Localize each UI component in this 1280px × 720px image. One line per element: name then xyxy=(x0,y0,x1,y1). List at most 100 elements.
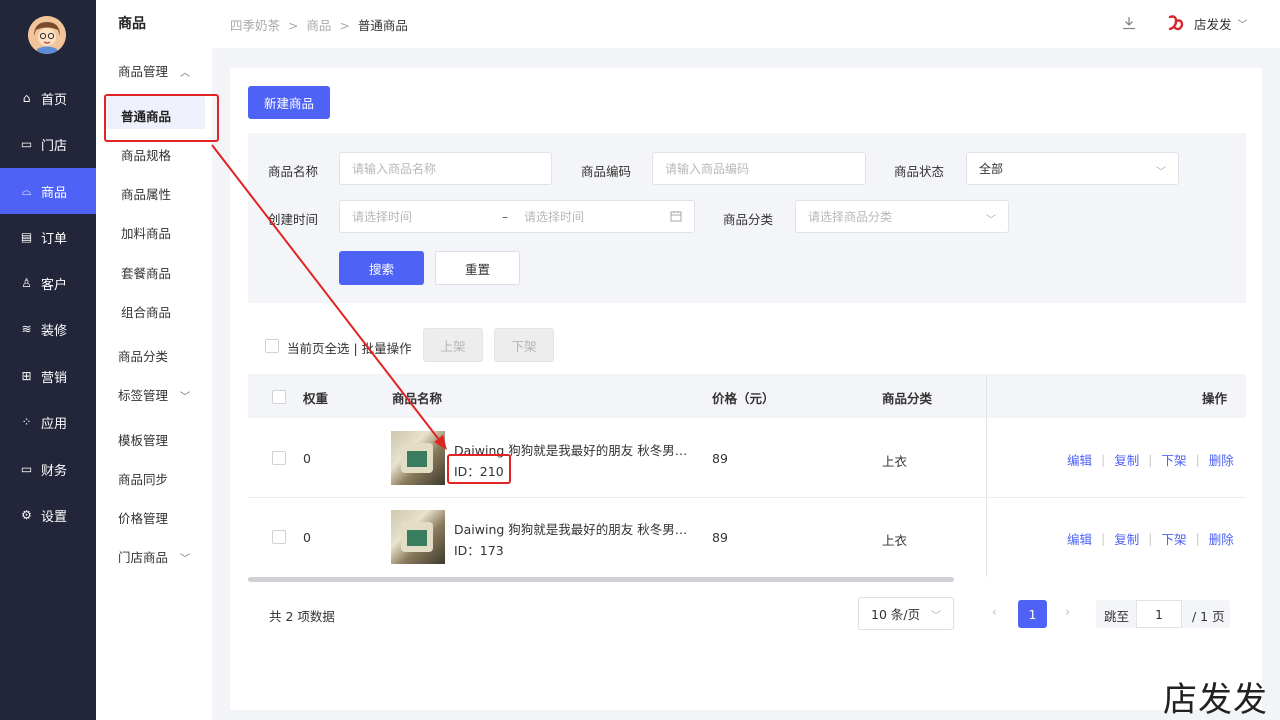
subnav-item-specs[interactable]: 商品规格 xyxy=(121,145,171,164)
next-page-icon[interactable]: › xyxy=(1065,605,1070,619)
divider: | xyxy=(1101,531,1106,546)
page-number-current[interactable]: 1 xyxy=(1018,600,1047,628)
row-category: 上衣 xyxy=(882,533,908,548)
chevron-down-icon: ﹀ xyxy=(1237,19,1248,31)
breadcrumb-separator: > xyxy=(284,18,303,33)
subnav-item-addons[interactable]: 加料商品 xyxy=(121,223,171,242)
column-weight: 权重 xyxy=(303,391,329,406)
subnav-item-category[interactable]: 商品分类 xyxy=(118,346,168,365)
fixed-column-divider xyxy=(986,374,987,577)
nav-label: 首页 xyxy=(41,92,68,108)
divider: | xyxy=(1195,452,1200,467)
nav-item-store[interactable]: ▭ 门店 xyxy=(0,121,96,167)
delete-link[interactable]: 删除 xyxy=(1209,450,1234,469)
delete-link[interactable]: 删除 xyxy=(1209,529,1234,548)
category-select[interactable]: 请选择商品分类 ﹀ xyxy=(795,200,1009,233)
nav-item-settings[interactable]: ⚙ 设置 xyxy=(0,492,96,538)
subnav-group-product-mgmt[interactable]: 商品管理 ︿ xyxy=(118,61,190,80)
breadcrumb-item[interactable]: 商品 xyxy=(306,18,331,33)
gift-icon: ⊞ xyxy=(21,369,32,383)
nav-item-apps[interactable]: ⁘ 应用 xyxy=(0,399,96,445)
subnav-group-label: 标签管理 xyxy=(118,388,169,403)
edit-link[interactable]: 编辑 xyxy=(1067,529,1092,548)
jump-input[interactable]: 1 xyxy=(1136,600,1182,628)
nav-item-marketing[interactable]: ⊞ 营销 xyxy=(0,353,96,399)
product-status-label: 商品状态 xyxy=(894,164,945,179)
product-code-input[interactable]: 请输入商品编码 xyxy=(652,152,866,185)
row-checkbox[interactable] xyxy=(272,530,286,544)
range-separator: – xyxy=(502,209,508,224)
column-name: 商品名称 xyxy=(392,391,443,406)
select-all-checkbox[interactable] xyxy=(265,339,279,353)
annotation-box-id xyxy=(447,454,511,484)
off-shelf-link[interactable]: 下架 xyxy=(1161,450,1186,469)
chevron-down-icon: ﹀ xyxy=(931,611,941,622)
divider: | xyxy=(1148,531,1153,546)
divider: | xyxy=(1148,452,1153,467)
row-checkbox[interactable] xyxy=(272,451,286,465)
nav-label: 装修 xyxy=(41,323,68,339)
batch-on-shelf-button[interactable]: 上架 xyxy=(423,328,483,362)
reset-button[interactable]: 重置 xyxy=(435,251,520,285)
created-time-range[interactable]: 请选择时间 – 请选择时间 xyxy=(339,200,695,233)
brand-logo-icon xyxy=(1168,15,1184,31)
row-actions: 编辑 | 复制 | 下架 | 删除 xyxy=(1067,450,1234,469)
nav-item-finance[interactable]: ▭ 财务 xyxy=(0,446,96,492)
nav-label: 营销 xyxy=(41,370,68,386)
watermark: 店发发 xyxy=(1163,680,1268,720)
nav-item-customers[interactable]: ♙ 客户 xyxy=(0,260,96,306)
product-thumbnail[interactable] xyxy=(391,431,445,485)
download-icon[interactable] xyxy=(1121,15,1137,31)
copy-link[interactable]: 复制 xyxy=(1114,529,1139,548)
breadcrumb-separator: > xyxy=(335,18,354,33)
subnav-item-combos[interactable]: 套餐商品 xyxy=(121,263,171,282)
nav-item-decorate[interactable]: ≋ 装修 xyxy=(0,306,96,352)
select-value: 全部 xyxy=(979,162,1004,176)
nav-item-orders[interactable]: ▤ 订单 xyxy=(0,214,96,260)
product-status-select[interactable]: 全部 ﹀ xyxy=(966,152,1179,185)
horizontal-scrollbar[interactable] xyxy=(248,577,954,582)
row-price: 89 xyxy=(712,451,728,466)
subnav-item-bundles[interactable]: 组合商品 xyxy=(121,302,171,321)
prev-page-icon[interactable]: ‹ xyxy=(992,605,997,619)
product-name[interactable]: Daiwing 狗狗就是我最好的朋友 秋冬男装卫衣 xyxy=(454,519,690,538)
divider: | xyxy=(1101,452,1106,467)
user-menu[interactable]: 店发发 ﹀ xyxy=(1166,13,1248,33)
home-icon: ⌂ xyxy=(22,91,31,105)
chevron-down-icon: ﹀ xyxy=(1156,167,1166,178)
nav-item-products[interactable]: ⌓ 商品 xyxy=(0,168,96,214)
annotation-box-menu xyxy=(104,94,219,142)
subnav-item-sync[interactable]: 商品同步 xyxy=(118,469,168,488)
batch-off-shelf-button[interactable]: 下架 xyxy=(494,328,554,362)
nav-label: 订单 xyxy=(41,231,68,247)
select-placeholder: 请选择商品分类 xyxy=(808,210,893,224)
subnav-item-templates[interactable]: 模板管理 xyxy=(118,430,168,449)
nav-label: 财务 xyxy=(41,463,68,479)
page-size-select[interactable]: 10 条/页 ﹀ xyxy=(858,597,954,630)
copy-link[interactable]: 复制 xyxy=(1114,450,1139,469)
select-value: 10 条/页 xyxy=(871,607,921,622)
subnav-item-attributes[interactable]: 商品属性 xyxy=(121,184,171,203)
brand-avatar[interactable] xyxy=(28,16,66,54)
subnav-group-tags[interactable]: 标签管理 ﹀ xyxy=(118,385,190,404)
breadcrumb-current: 普通商品 xyxy=(357,18,408,33)
edit-link[interactable]: 编辑 xyxy=(1067,450,1092,469)
product-id: ID：173 xyxy=(454,543,504,558)
total-count: 共 2 项数据 xyxy=(269,609,335,624)
nav-label: 客户 xyxy=(41,277,68,293)
product-name-input[interactable]: 请输入商品名称 xyxy=(339,152,552,185)
store-icon: ▭ xyxy=(20,137,33,151)
product-thumbnail[interactable] xyxy=(391,510,445,564)
subnav-item-price[interactable]: 价格管理 xyxy=(118,508,168,527)
layers-icon: ≋ xyxy=(21,322,32,336)
nav-label: 商品 xyxy=(41,185,68,201)
header-checkbox[interactable] xyxy=(272,390,286,404)
breadcrumb-item[interactable]: 四季奶茶 xyxy=(230,18,280,33)
user-icon: ♙ xyxy=(21,276,32,290)
subnav-group-store-goods[interactable]: 门店商品 ﹀ xyxy=(118,547,190,566)
search-button[interactable]: 搜索 xyxy=(339,251,424,285)
created-time-label: 创建时间 xyxy=(268,212,319,227)
nav-item-home[interactable]: ⌂ 首页 xyxy=(0,75,96,121)
off-shelf-link[interactable]: 下架 xyxy=(1161,529,1186,548)
new-product-button[interactable]: 新建商品 xyxy=(248,86,330,119)
